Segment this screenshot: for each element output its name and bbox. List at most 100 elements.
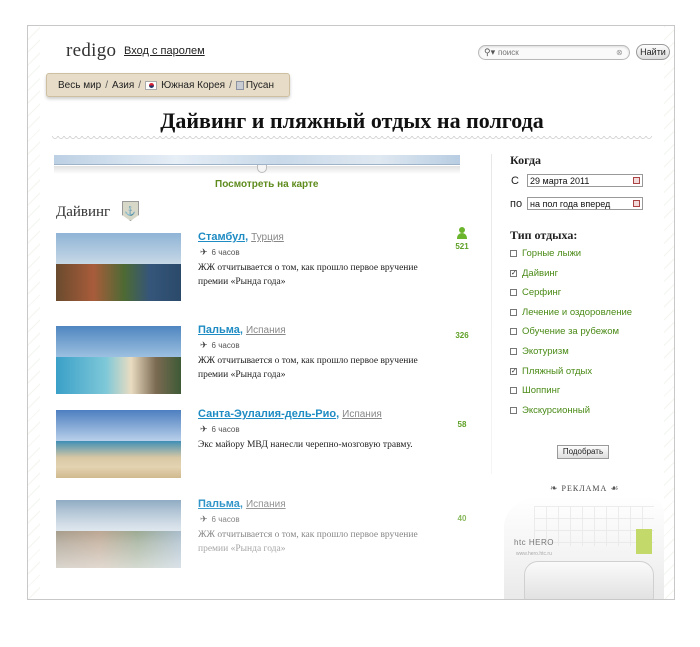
- diving-badge-icon: ⚓: [122, 201, 139, 221]
- item-description: ЖЖ отчитывается о том, как прошло первое…: [198, 356, 418, 380]
- list-item: Пальма, Испания ✈ 6 часов ЖЖ отчитывается …: [56, 498, 466, 572]
- calendar-icon[interactable]: [633, 177, 640, 184]
- item-count: 521: [455, 242, 469, 251]
- holiday-type-checkbox[interactable]: [510, 387, 517, 395]
- south-korea-flag-icon: [145, 80, 158, 90]
- holiday-type-option[interactable]: Серфинг: [510, 287, 561, 298]
- item-description: ЖЖ отчитывается о том, как прошло первое…: [198, 530, 418, 554]
- holiday-type-checkbox[interactable]: [510, 328, 517, 336]
- breadcrumb: Весь мир / Азия / Южная Корея / Пусан: [46, 73, 290, 97]
- find-button[interactable]: Найти: [636, 44, 670, 60]
- holiday-type-label: Шоппинг: [522, 385, 561, 397]
- item-count: 58: [457, 420, 467, 429]
- ad-url: www.hero.htc.ru: [516, 551, 552, 557]
- ad-brand: htc HERO: [514, 538, 555, 547]
- holiday-type-checkbox[interactable]: ✓: [510, 367, 517, 375]
- flight-time: 6 часов: [211, 515, 240, 524]
- search-box[interactable]: ⚲▾ ⊗: [478, 45, 630, 60]
- holiday-type-option[interactable]: Экскурсионный: [510, 405, 590, 416]
- holiday-type-label: Экотуризм: [522, 346, 569, 357]
- holiday-type-option[interactable]: ✓ Дайвинг: [510, 268, 558, 279]
- when-title: Когда: [510, 153, 542, 167]
- breadcrumb-separator: /: [105, 79, 109, 91]
- flight-time: 6 часов: [211, 425, 240, 434]
- destination-city-link[interactable]: Пальма: [198, 324, 240, 336]
- to-date-input[interactable]: [527, 197, 643, 210]
- destination-city-link[interactable]: Санта-Эулалия-дель-Рио: [198, 408, 336, 420]
- holiday-type-label: Экскурсионный: [522, 404, 590, 416]
- item-description: ЖЖ отчитывается о том, как прошло первое…: [198, 263, 418, 287]
- breadcrumb-asia[interactable]: Азия: [112, 80, 134, 91]
- holiday-type-checkbox[interactable]: [510, 406, 517, 414]
- item-count: 326: [455, 331, 469, 340]
- breadcrumb-world[interactable]: Весь мир: [58, 80, 101, 91]
- holiday-type-title: Тип отдыха:: [510, 228, 578, 242]
- holiday-type-checkbox[interactable]: [510, 348, 517, 355]
- to-label: по: [510, 198, 523, 210]
- user-icon: [456, 227, 468, 240]
- holiday-type-option[interactable]: Лечение и оздоровление: [510, 307, 632, 318]
- page-frame: redigo Вход с паролем ⚲▾ ⊗ Найти Весь ми…: [27, 25, 675, 600]
- map-strip[interactable]: [54, 155, 460, 165]
- destination-photo[interactable]: [56, 233, 181, 301]
- holiday-type-checkbox[interactable]: [510, 289, 517, 297]
- wavy-divider: [52, 136, 652, 142]
- destination-country-link[interactable]: Испания: [342, 409, 382, 420]
- destination-country-link[interactable]: Испания: [246, 325, 286, 336]
- breadcrumb-south-korea[interactable]: Южная Корея: [161, 80, 225, 91]
- holiday-type-label: Лечение и оздоровление: [522, 306, 633, 318]
- plane-icon: ✈: [200, 514, 208, 524]
- pick-button[interactable]: Подобрать: [557, 445, 609, 459]
- destination-city-link[interactable]: Пальма: [198, 498, 240, 510]
- destination-photo[interactable]: [56, 410, 181, 478]
- holiday-type-label: Пляжный отдых: [522, 365, 593, 377]
- holiday-type-label: Серфинг: [522, 287, 562, 299]
- breadcrumb-busan[interactable]: Пусан: [246, 80, 274, 91]
- ad-label: ❧ РЕКЛАМА ☙: [550, 483, 620, 493]
- list-item: Пальма, Испания ✈ 6 часов ЖЖ отчитывается …: [56, 324, 469, 398]
- destination-photo[interactable]: [56, 326, 181, 394]
- holiday-type-option[interactable]: Горные лыжи: [510, 248, 581, 259]
- holiday-type-option[interactable]: Экотуризм: [510, 346, 569, 357]
- list-item: Санта-Эулалия-дель-Рио, Испания ✈ 6 часов …: [56, 408, 466, 482]
- search-icon: ⚲▾: [484, 47, 496, 57]
- plane-icon: ✈: [200, 424, 208, 434]
- breadcrumb-separator: /: [138, 79, 142, 91]
- site-logo[interactable]: redigo: [66, 40, 116, 62]
- city-icon: [235, 80, 244, 90]
- flight-time: 6 часов: [211, 341, 240, 350]
- search-input[interactable]: [498, 48, 616, 57]
- breadcrumb-separator: /: [229, 79, 232, 91]
- calendar-icon[interactable]: [633, 200, 640, 207]
- phone-image: [524, 561, 654, 599]
- holiday-type-option[interactable]: Обучение за рубежом: [510, 326, 619, 337]
- destination-photo[interactable]: [56, 500, 181, 568]
- holiday-type-checkbox[interactable]: [510, 308, 517, 316]
- flight-time: 6 часов: [211, 248, 240, 257]
- holiday-type-label: Обучение за рубежом: [522, 326, 620, 338]
- holiday-type-option[interactable]: ✓ Пляжный отдых: [510, 366, 592, 377]
- column-divider: [491, 154, 492, 474]
- ad-banner[interactable]: htc HERO www.hero.htc.ru: [504, 496, 664, 599]
- page-title: Дайвинг и пляжный отдых на полгода: [160, 108, 544, 133]
- page-content: redigo Вход с паролем ⚲▾ ⊗ Найти Весь ми…: [40, 26, 670, 599]
- holiday-type-label: Горные лыжи: [522, 248, 582, 259]
- item-count: 40: [457, 514, 467, 523]
- show-on-map-link[interactable]: Посмотреть на карте: [215, 179, 319, 190]
- destination-country-link[interactable]: Испания: [246, 499, 286, 510]
- from-date-input[interactable]: [527, 174, 643, 187]
- destination-country-link[interactable]: Турция: [251, 232, 284, 243]
- login-link[interactable]: Вход с паролем: [124, 45, 205, 57]
- holiday-type-checkbox[interactable]: ✓: [510, 269, 517, 277]
- ad-green-tile: [636, 529, 652, 554]
- item-description: Экс майору МВД нанесли черепно-мозговую …: [198, 440, 413, 450]
- leaf-ornament-icon: ❧: [550, 483, 559, 493]
- section-title: Дайвинг: [56, 204, 111, 220]
- plane-icon: ✈: [200, 340, 208, 350]
- holiday-type-label: Дайвинг: [522, 267, 559, 279]
- holiday-type-option[interactable]: Шоппинг: [510, 385, 560, 396]
- plane-icon: ✈: [200, 247, 208, 257]
- destination-city-link[interactable]: Стамбул: [198, 231, 245, 243]
- holiday-type-checkbox[interactable]: [510, 250, 517, 257]
- clear-search-icon[interactable]: ⊗: [616, 48, 623, 57]
